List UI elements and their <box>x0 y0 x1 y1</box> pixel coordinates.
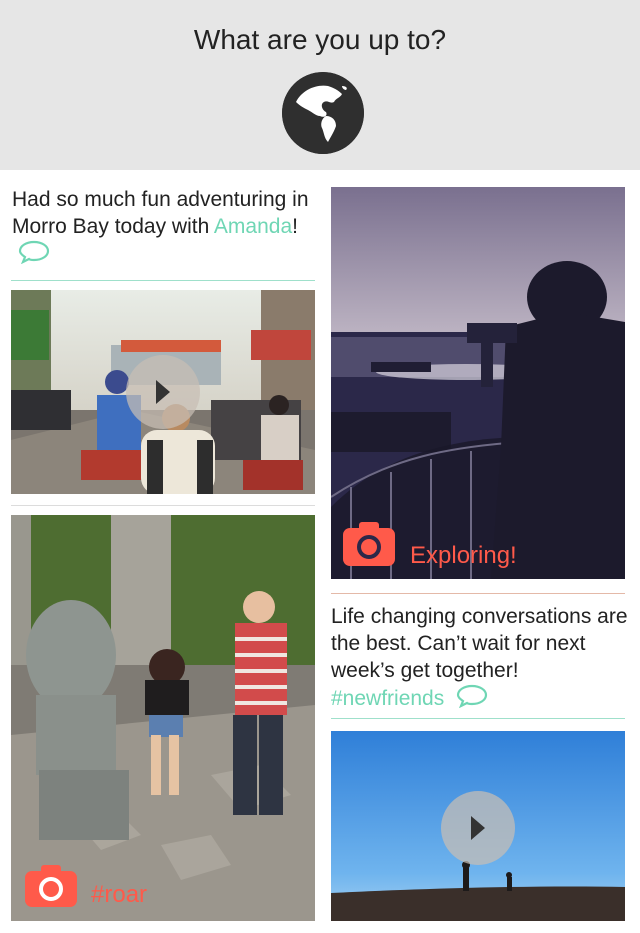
divider <box>331 593 625 594</box>
divider <box>11 505 315 506</box>
mention-link[interactable]: Amanda <box>214 215 292 238</box>
page-title: What are you up to? <box>193 24 447 55</box>
comment-icon[interactable] <box>456 684 488 715</box>
post-text-end: ! <box>292 215 298 238</box>
photo-exploring[interactable]: Exploring! <box>331 187 625 579</box>
photo-caption: Exploring! <box>410 542 517 569</box>
camera-icon[interactable] <box>25 865 77 912</box>
divider <box>331 718 625 719</box>
photo-caption: #roar <box>91 881 148 908</box>
camera-icon[interactable] <box>343 522 395 571</box>
play-icon[interactable] <box>126 355 200 429</box>
photo-roar[interactable]: #roar <box>11 515 315 921</box>
comment-icon[interactable] <box>18 240 50 271</box>
page-header: What are you up to? <box>0 0 640 170</box>
post-text: Life changing conversations are the best… <box>331 605 628 682</box>
hashtag-link[interactable]: #newfriends <box>331 687 444 710</box>
divider <box>11 280 315 281</box>
post-text-morro-bay: Had so much fun adventuring in Morro Bay… <box>12 186 322 271</box>
play-icon[interactable] <box>441 791 515 865</box>
globe-icon[interactable] <box>282 72 364 154</box>
post-text-newfriends: Life changing conversations are the best… <box>331 603 631 715</box>
video-thumbnail-street[interactable] <box>11 290 315 494</box>
video-thumbnail-desert[interactable] <box>331 731 625 921</box>
